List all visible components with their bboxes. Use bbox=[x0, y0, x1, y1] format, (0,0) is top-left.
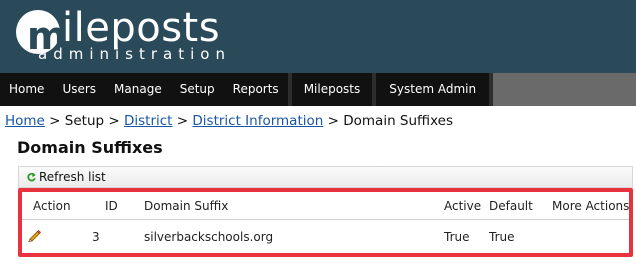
column-header-id[interactable]: ID bbox=[105, 199, 118, 213]
breadcrumb-current: Domain Suffixes bbox=[343, 113, 454, 129]
table-row: 3 silverbackschools.org True True bbox=[22, 221, 629, 253]
header-banner: m ileposts administration bbox=[0, 0, 636, 73]
nav-item-setup[interactable]: Setup bbox=[171, 73, 224, 106]
breadcrumb: Home > Setup > District > District Infor… bbox=[5, 113, 453, 129]
grid-toolbar: Refresh list bbox=[18, 166, 633, 188]
cell-active: True bbox=[444, 230, 470, 244]
domain-suffix-grid: Action ID Domain Suffix Active Default M… bbox=[18, 188, 633, 257]
page-title: Domain Suffixes bbox=[17, 138, 163, 157]
nav-item-reports[interactable]: Reports bbox=[224, 73, 288, 106]
column-header-action: Action bbox=[33, 199, 71, 213]
breadcrumb-separator: > bbox=[49, 113, 61, 129]
nav-item-home[interactable]: Home bbox=[0, 73, 53, 106]
breadcrumb-separator: > bbox=[327, 113, 339, 129]
nav-item-system-admin[interactable]: System Admin bbox=[376, 73, 489, 106]
breadcrumb-district-link[interactable]: District bbox=[124, 113, 173, 129]
nav-group-system-admin: System Admin bbox=[376, 73, 490, 106]
main-nav: Home Users Manage Setup Reports Milepost… bbox=[0, 73, 636, 106]
nav-item-manage[interactable]: Manage bbox=[105, 73, 171, 106]
nav-item-users[interactable]: Users bbox=[53, 73, 105, 106]
nav-group-mileposts: Mileposts bbox=[291, 73, 373, 106]
nav-item-mileposts[interactable]: Mileposts bbox=[292, 73, 373, 106]
pencil-icon[interactable] bbox=[27, 228, 41, 242]
refresh-list-label: Refresh list bbox=[39, 170, 106, 184]
cell-default: True bbox=[489, 230, 515, 244]
breadcrumb-separator: > bbox=[176, 113, 189, 129]
column-header-active[interactable]: Active bbox=[444, 199, 481, 213]
column-header-default[interactable]: Default bbox=[489, 199, 533, 213]
refresh-list-button[interactable]: Refresh list bbox=[27, 170, 106, 184]
refresh-icon bbox=[27, 172, 36, 181]
nav-filler bbox=[493, 73, 636, 106]
grid-header-row: Action ID Domain Suffix Active Default M… bbox=[22, 192, 629, 220]
cell-id: 3 bbox=[92, 230, 100, 244]
column-header-domain-suffix[interactable]: Domain Suffix bbox=[144, 199, 228, 213]
cell-domain-suffix: silverbackschools.org bbox=[144, 230, 274, 244]
breadcrumb-home-link[interactable]: Home bbox=[5, 113, 45, 129]
logo-subtitle: administration bbox=[38, 45, 231, 63]
nav-group-main: Home Users Manage Setup Reports bbox=[0, 73, 288, 106]
breadcrumb-setup: Setup bbox=[64, 113, 105, 129]
breadcrumb-separator: > bbox=[108, 113, 120, 129]
column-header-more-actions: More Actions bbox=[552, 199, 630, 213]
breadcrumb-district-info-link[interactable]: District Information bbox=[192, 113, 323, 129]
